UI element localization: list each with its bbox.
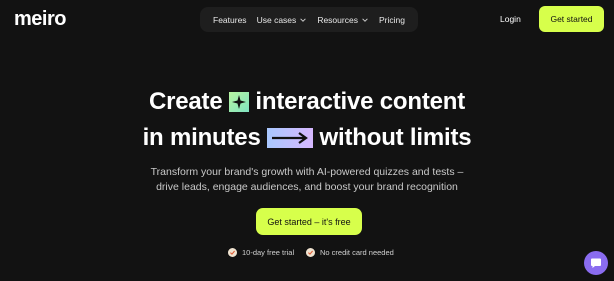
headline-text: without limits xyxy=(319,124,472,151)
check-circle-icon xyxy=(228,248,237,257)
main-nav: Features Use cases Resources Pricing xyxy=(200,7,418,32)
sparkle-tile-icon xyxy=(228,92,249,112)
nav-item-resources[interactable]: Resources xyxy=(317,15,369,25)
headline-text: in minutes xyxy=(142,124,261,151)
nav-item-label: Resources xyxy=(317,14,358,25)
perk-no-credit-card: No credit card needed xyxy=(306,248,394,257)
perk-label: No credit card needed xyxy=(320,248,394,257)
login-link[interactable]: Login xyxy=(500,14,521,24)
chevron-down-icon xyxy=(362,17,368,22)
nav-item-use-cases[interactable]: Use cases xyxy=(257,15,308,25)
nav-item-label: Features xyxy=(213,14,247,25)
nav-item-features[interactable]: Features xyxy=(213,15,247,25)
nav-item-pricing[interactable]: Pricing xyxy=(379,15,405,25)
nav-item-label: Use cases xyxy=(256,14,297,25)
gradient-arrow-icon xyxy=(267,128,314,148)
check-circle-icon xyxy=(306,248,315,257)
hero-headline-line-1: Create interactive content xyxy=(0,88,614,116)
hero-cta-button[interactable]: Get started – it's free xyxy=(256,208,362,235)
perk-free-trial: 10-day free trial xyxy=(228,248,294,257)
hero-headline-line-2: in minutes without limits xyxy=(0,124,614,152)
logo[interactable]: meiro xyxy=(14,8,66,31)
perk-label: 10-day free trial xyxy=(242,248,295,257)
nav-item-label: Pricing xyxy=(378,14,405,25)
headline-text: Create xyxy=(148,88,223,115)
headline-text: interactive content xyxy=(255,88,466,115)
chevron-down-icon xyxy=(300,17,307,22)
hero-subtitle-line-2: drive leads, engage audiences, and boost… xyxy=(156,181,458,193)
chat-bubble-icon xyxy=(591,258,601,268)
hero-subtitle-line-1: Transform your brand's growth with AI-po… xyxy=(150,166,464,178)
get-started-button[interactable]: Get started xyxy=(539,6,604,32)
chat-widget-button[interactable] xyxy=(584,251,608,275)
